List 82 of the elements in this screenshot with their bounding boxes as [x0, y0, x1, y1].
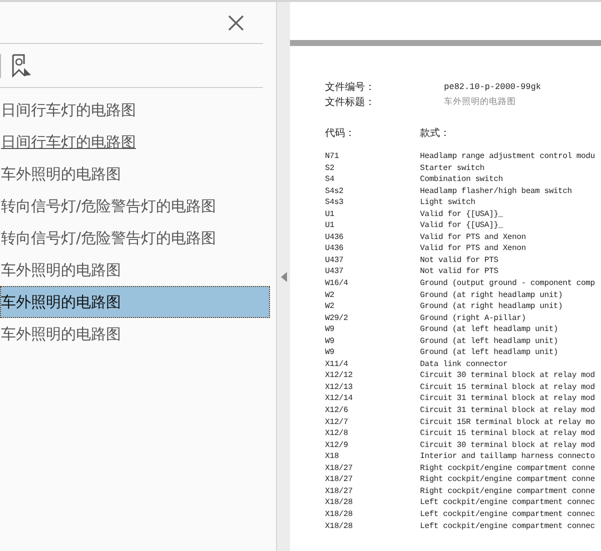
bookmark-item[interactable]: 车外照明的电路图	[0, 158, 270, 190]
code-cell-text: S4s3	[325, 197, 344, 209]
code-cell-text: U437	[325, 254, 344, 266]
code-cell-text: X12/8	[325, 428, 350, 440]
description-cell: Right cockpit/engine compartment conne	[420, 474, 595, 486]
description-cell: Circuit 31 terminal block at relay mod	[420, 393, 595, 406]
code-cell-text: X18/28	[325, 497, 354, 509]
column-header: 款式：	[420, 126, 450, 141]
description-cell: Left cockpit/engine compartment connec	[420, 508, 595, 520]
bookmark-item[interactable]: 车外照明的电路图	[0, 254, 270, 286]
code-cell-text: X18/27	[325, 474, 354, 486]
description-cell: Ground (right A-pillar)	[420, 312, 526, 324]
description-cell: Ground (at left headlamp unit)	[420, 324, 558, 336]
description-cell: Ground (at right headlamp unit)	[420, 301, 563, 313]
code-cell-text: W2	[325, 301, 336, 313]
code-cell-text: X12/6	[325, 405, 350, 417]
description-cell: Ground (at left headlamp unit)	[420, 336, 558, 348]
code-cell-text: X11/4	[325, 358, 350, 370]
description-cell: Valid for PTS and Xenon	[420, 232, 526, 244]
description-cell: Ground (output ground - component comp	[420, 278, 595, 290]
description-cell: Not valid for PTS	[420, 266, 498, 278]
description-cell: Right cockpit/engine compartment conne	[420, 462, 595, 474]
description-cell: Headlamp flasher/high beam switch	[420, 186, 572, 198]
description-cell: Not valid for PTS	[420, 254, 498, 266]
collapse-arrow-icon[interactable]	[280, 272, 286, 282]
description-cell: Circuit 31 terminal block at relay mod	[420, 405, 595, 417]
description-cell: Circuit 30 terminal block at relay mod	[420, 370, 595, 382]
description-cell: Data link connector	[420, 358, 508, 370]
code-cell-text: X12/13	[325, 382, 354, 394]
code-cell-text: X12/9	[325, 440, 350, 452]
description-cell: Circuit 30 terminal block at relay mod	[420, 440, 595, 452]
description-cell: Left cockpit/engine compartment connec	[420, 520, 595, 532]
code-cell-text: S4	[325, 174, 336, 186]
code-cell-text: W9	[325, 336, 336, 348]
code-cell-text: U437	[325, 266, 344, 278]
description-cell: Valid for {[USA]}_	[420, 220, 503, 232]
code-cell-text: X12/7	[325, 416, 350, 428]
description-cell: Circuit 15 terminal block at relay mod	[420, 382, 595, 394]
code-cell-text: S4s2	[325, 186, 344, 198]
close-icon[interactable]	[227, 14, 245, 32]
code-cell-text: W9	[325, 324, 336, 336]
code-cell-text: S2	[325, 162, 336, 174]
description-cell: Combination switch	[420, 174, 503, 186]
field-value: pe82.10-p-2000-99gk	[444, 81, 541, 94]
description-cell: Right cockpit/engine compartment conne	[420, 486, 595, 498]
code-cell-text: X18/28	[325, 508, 354, 520]
column-header: 代码：	[325, 127, 356, 141]
code-cell-text: W29/2	[325, 312, 350, 324]
field-label: 文件编号：	[325, 80, 376, 95]
description-cell: Valid for {[USA]}_	[420, 208, 503, 220]
bookmark-item[interactable]: 车外照明的电路图	[0, 318, 270, 350]
code-cell-text: U436	[325, 232, 344, 244]
code-cell-text: N71	[325, 151, 340, 163]
description-cell: Valid for PTS and Xenon	[420, 243, 526, 255]
code-cell-text: X12/12	[325, 370, 354, 382]
description-cell: Interior and taillamp harness connecto	[420, 451, 595, 463]
description-cell: Light switch	[420, 197, 476, 209]
description-cell: Left cockpit/engine compartment connec	[420, 497, 595, 509]
bookmark-gear-icon[interactable]	[11, 54, 33, 78]
code-cell-text: U1	[325, 220, 336, 232]
field-label: 文件标题：	[325, 96, 376, 110]
description-cell: Circuit 15 terminal block at relay mod	[420, 428, 595, 440]
description-cell: Ground (at left headlamp unit)	[420, 347, 558, 359]
description-cell: Ground (at right headlamp unit)	[420, 290, 563, 302]
description-cell: Starter switch	[420, 162, 484, 174]
code-cell-text: W16/4	[325, 278, 350, 290]
bookmark-item[interactable]: 日间行车灯的电路图	[0, 94, 270, 126]
description-cell: Headlamp range adjustment control modu	[420, 151, 595, 163]
code-cell-text: X18/27	[325, 486, 354, 498]
code-cell-text: X18/28	[325, 520, 354, 532]
bookmark-item[interactable]: 车外照明的电路图	[0, 286, 270, 318]
code-cell-text: U436	[325, 243, 344, 255]
code-cell-text: X18	[325, 451, 340, 463]
code-cell-text: U1	[325, 208, 336, 220]
description-cell: Circuit 15R terminal block at relay mo	[420, 416, 595, 428]
bookmark-item[interactable]: 转向信号灯/危险警告灯的电路图	[0, 222, 270, 254]
code-cell-text: W2	[325, 290, 336, 302]
code-cell-text: X18/27	[325, 462, 354, 474]
code-cell-text: W9	[325, 347, 336, 359]
field-value: 车外照明的电路图	[444, 96, 516, 109]
code-cell-text: X12/14	[325, 393, 354, 406]
bookmark-item[interactable]: 转向信号灯/危险警告灯的电路图	[0, 190, 270, 222]
